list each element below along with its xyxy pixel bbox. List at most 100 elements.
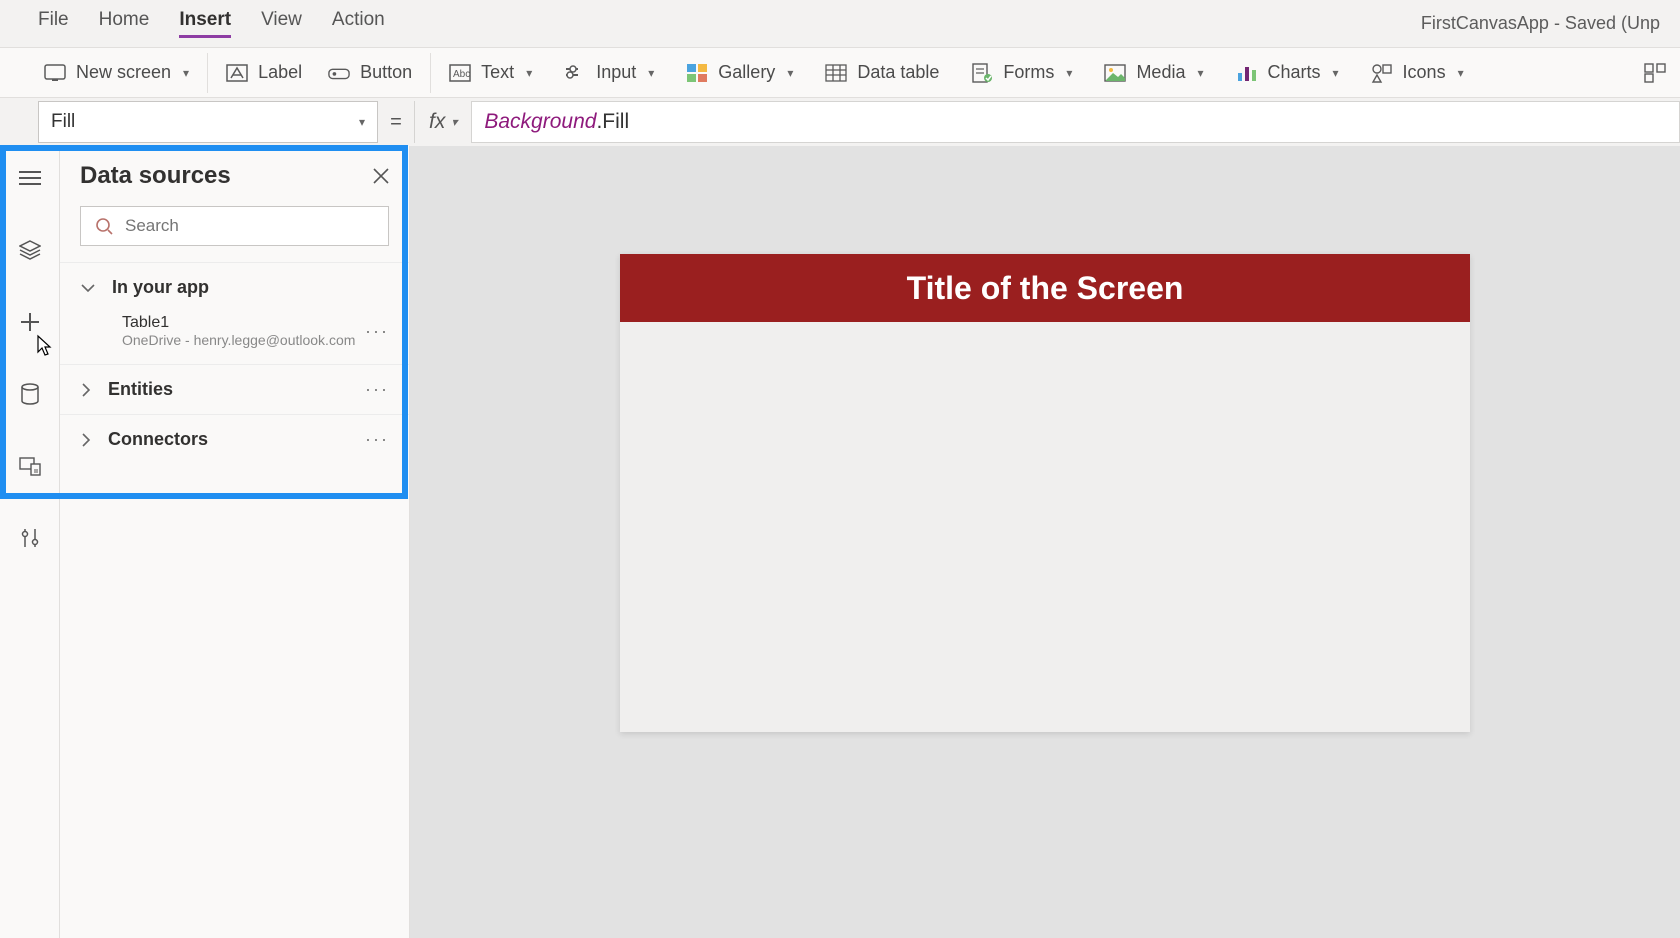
data-source-subtitle: OneDrive - henry.legge@outlook.com	[122, 332, 365, 348]
gallery-label: Gallery	[718, 62, 775, 83]
section-connectors[interactable]: Connectors ···	[60, 415, 409, 464]
data-table-button[interactable]: Data table	[825, 62, 939, 84]
rail-data[interactable]	[10, 374, 50, 414]
screen-title-bar[interactable]: Title of the Screen	[620, 254, 1470, 322]
ribbon-divider	[207, 53, 208, 93]
item-more-button[interactable]: ···	[365, 321, 389, 342]
equals-label: =	[378, 111, 414, 134]
data-table-icon	[825, 62, 847, 84]
section-title: In your app	[112, 277, 209, 298]
chevron-right-icon	[80, 432, 92, 448]
close-icon	[373, 168, 389, 184]
body-area: Data sources In your app Table1 OneDrive	[0, 146, 1680, 938]
label-button[interactable]: Label	[226, 62, 302, 84]
rail-hamburger[interactable]	[10, 158, 50, 198]
section-entities[interactable]: Entities ···	[60, 365, 409, 414]
chevron-down-icon: ▾	[359, 115, 365, 129]
forms-button[interactable]: Forms ▾	[971, 62, 1072, 84]
search-icon	[95, 217, 113, 235]
data-table-label: Data table	[857, 62, 939, 83]
menu-insert[interactable]: Insert	[179, 9, 231, 38]
search-box[interactable]	[80, 206, 389, 246]
search-input[interactable]	[125, 216, 374, 236]
formula-input[interactable]: Background.Fill	[472, 101, 1680, 143]
section-title: Entities	[108, 379, 173, 400]
chevron-down-icon: ▾	[787, 66, 793, 80]
chevron-down-icon: ▾	[1333, 66, 1339, 80]
section-more-button[interactable]: ···	[365, 429, 389, 450]
chevron-down-icon	[80, 282, 96, 294]
app-title: FirstCanvasApp - Saved (Unp	[1421, 13, 1660, 34]
rail-advanced[interactable]	[10, 518, 50, 558]
fx-button[interactable]: fx ▾	[414, 101, 472, 143]
icons-button[interactable]: Icons ▾	[1371, 62, 1464, 84]
charts-icon	[1236, 62, 1258, 84]
canvas-screen[interactable]: Title of the Screen	[620, 254, 1470, 732]
plus-icon	[19, 311, 41, 333]
screen-title-text: Title of the Screen	[907, 270, 1184, 307]
data-sources-panel: Data sources In your app Table1 OneDrive	[60, 146, 410, 938]
input-button[interactable]: Input ▾	[564, 62, 654, 84]
new-screen-button[interactable]: New screen ▾	[44, 62, 189, 84]
database-icon	[20, 383, 40, 405]
hamburger-icon	[19, 170, 41, 186]
charts-label: Charts	[1268, 62, 1321, 83]
menu-home[interactable]: Home	[99, 9, 150, 38]
section-title: Connectors	[108, 429, 208, 450]
chevron-down-icon: ▾	[648, 66, 654, 80]
left-rail	[0, 146, 60, 938]
chevron-down-icon: ▾	[1066, 66, 1072, 80]
components-button[interactable]	[1644, 62, 1666, 84]
media-label: Media	[1136, 62, 1185, 83]
button-label: Button	[360, 62, 412, 83]
forms-label: Forms	[1003, 62, 1054, 83]
icons-icon	[1371, 62, 1393, 84]
menu-file[interactable]: File	[38, 9, 69, 38]
property-name: Fill	[51, 111, 75, 133]
gallery-icon	[686, 62, 708, 84]
text-icon: Abc	[449, 62, 471, 84]
rail-tree-view[interactable]	[10, 230, 50, 270]
button-button[interactable]: Button	[328, 62, 412, 84]
chevron-down-icon: ▾	[183, 66, 189, 80]
formula-bar: Fill ▾ = fx ▾ Background.Fill	[0, 98, 1680, 146]
gallery-button[interactable]: Gallery ▾	[686, 62, 793, 84]
chevron-down-icon: ▾	[1458, 66, 1464, 80]
devices-icon	[19, 456, 41, 476]
section-in-your-app[interactable]: In your app	[60, 263, 409, 312]
media-icon	[1104, 62, 1126, 84]
chevron-down-icon: ▾	[451, 115, 457, 129]
text-button[interactable]: Abc Text ▾	[449, 62, 532, 84]
canvas-area[interactable]: Title of the Screen	[410, 146, 1680, 938]
chevron-right-icon	[80, 382, 92, 398]
rail-insert[interactable]	[10, 302, 50, 342]
ribbon-divider	[430, 53, 431, 93]
menu-tabs: File Home Insert View Action	[38, 9, 385, 38]
input-label: Input	[596, 62, 636, 83]
svg-text:Abc: Abc	[453, 69, 470, 80]
text-label: Text	[481, 62, 514, 83]
panel-title: Data sources	[80, 162, 231, 190]
chevron-down-icon: ▾	[1197, 66, 1203, 80]
new-screen-label: New screen	[76, 62, 171, 83]
media-button[interactable]: Media ▾	[1104, 62, 1203, 84]
formula-identifier: Background	[484, 110, 596, 134]
rail-media[interactable]	[10, 446, 50, 486]
data-source-item[interactable]: Table1 OneDrive - henry.legge@outlook.co…	[60, 312, 409, 364]
input-icon	[564, 62, 586, 84]
section-more-button[interactable]: ···	[365, 379, 389, 400]
button-icon	[328, 62, 350, 84]
menu-action[interactable]: Action	[332, 9, 385, 38]
close-panel-button[interactable]	[373, 168, 389, 184]
menu-bar: File Home Insert View Action FirstCanvas…	[0, 0, 1680, 48]
formula-property: Fill	[602, 110, 629, 134]
charts-button[interactable]: Charts ▾	[1236, 62, 1339, 84]
ribbon: New screen ▾ Label Button Abc Text ▾	[0, 48, 1680, 98]
property-selector[interactable]: Fill ▾	[38, 101, 378, 143]
new-screen-icon	[44, 62, 66, 84]
menu-view[interactable]: View	[261, 9, 302, 38]
forms-icon	[971, 62, 993, 84]
data-source-name: Table1	[122, 314, 365, 332]
icons-label: Icons	[1403, 62, 1446, 83]
tools-icon	[20, 527, 40, 549]
